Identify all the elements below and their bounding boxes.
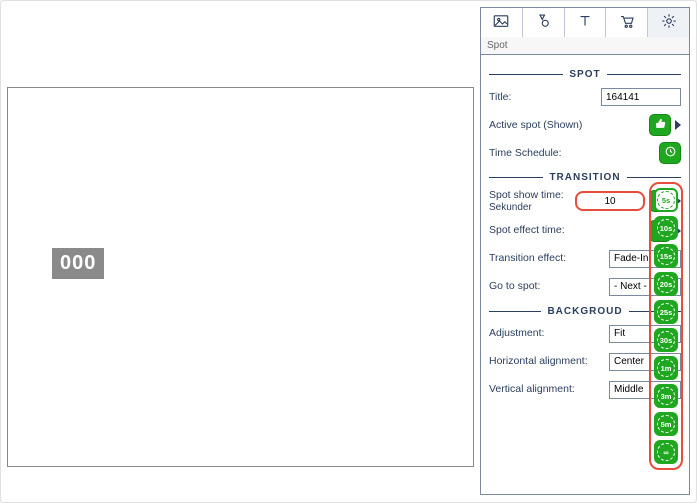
preset-30s[interactable]: 30s bbox=[654, 328, 678, 352]
clock-icon bbox=[664, 145, 677, 161]
time-schedule-button[interactable] bbox=[659, 142, 681, 164]
timer-icon: 1m bbox=[657, 359, 675, 377]
preset-3m[interactable]: 3m bbox=[654, 384, 678, 408]
label-adjustment: Adjustment: bbox=[489, 327, 609, 340]
time-presets-popover: 5s 10s 15s 20s 25s 30s 1m 3m 5m ∞ bbox=[649, 182, 683, 470]
timer-icon: 5s bbox=[657, 191, 675, 209]
preset-25s[interactable]: 25s bbox=[654, 300, 678, 324]
label-goto-spot: Go to spot: bbox=[489, 280, 609, 293]
label-time-schedule: Time Schedule: bbox=[489, 147, 655, 160]
preset-∞[interactable]: ∞ bbox=[654, 440, 678, 464]
text-icon bbox=[576, 12, 594, 33]
app-container: 000 bbox=[0, 0, 697, 503]
active-spot-expand[interactable] bbox=[675, 120, 681, 130]
timer-icon: 10s bbox=[657, 219, 675, 237]
preset-5m[interactable]: 5m bbox=[654, 412, 678, 436]
label-valign: Vertical alignment: bbox=[489, 383, 609, 396]
label-show-time: Spot show time: Sekunder bbox=[489, 189, 575, 214]
timer-icon: 3m bbox=[657, 387, 675, 405]
tab-text[interactable] bbox=[565, 8, 607, 37]
title-input[interactable] bbox=[601, 88, 681, 106]
preset-5s[interactable]: 5s bbox=[654, 188, 678, 212]
show-time-input[interactable] bbox=[575, 191, 645, 211]
preset-20s[interactable]: 20s bbox=[654, 272, 678, 296]
section-header-spot: SPOT bbox=[489, 69, 681, 80]
label-transition-effect: Transition effect: bbox=[489, 252, 609, 265]
preset-15s[interactable]: 15s bbox=[654, 244, 678, 268]
thumbs-up-icon bbox=[654, 117, 667, 133]
cart-icon bbox=[618, 12, 636, 33]
canvas-area: 000 bbox=[7, 7, 474, 496]
tab-image[interactable] bbox=[481, 8, 523, 37]
timer-icon: 15s bbox=[657, 247, 675, 265]
label-halign: Horizontal alignment: bbox=[489, 355, 609, 368]
canvas-index-badge: 000 bbox=[52, 248, 104, 279]
timer-icon: 20s bbox=[657, 275, 675, 293]
active-spot-toggle[interactable] bbox=[649, 114, 671, 136]
canvas[interactable]: 000 bbox=[7, 87, 474, 467]
label-active-spot: Active spot (Shown) bbox=[489, 119, 645, 132]
timer-icon: 30s bbox=[657, 331, 675, 349]
preset-1m[interactable]: 1m bbox=[654, 356, 678, 380]
subtab-spot[interactable]: Spot bbox=[480, 37, 690, 55]
label-title: Title: bbox=[489, 91, 601, 104]
preset-10s[interactable]: 10s bbox=[654, 216, 678, 240]
timer-icon: 25s bbox=[657, 303, 675, 321]
timer-icon: 5m bbox=[657, 415, 675, 433]
tab-bar bbox=[480, 7, 690, 37]
label-effect-time: Spot effect time: bbox=[489, 224, 645, 237]
section-header-transition: TRANSITION bbox=[489, 172, 681, 183]
tab-shape[interactable] bbox=[523, 8, 565, 37]
timer-icon: ∞ bbox=[657, 443, 675, 461]
image-icon bbox=[492, 12, 510, 33]
tab-cart[interactable] bbox=[606, 8, 648, 37]
tab-settings[interactable] bbox=[648, 8, 689, 37]
shape-icon bbox=[534, 12, 552, 33]
gear-icon bbox=[660, 12, 678, 33]
